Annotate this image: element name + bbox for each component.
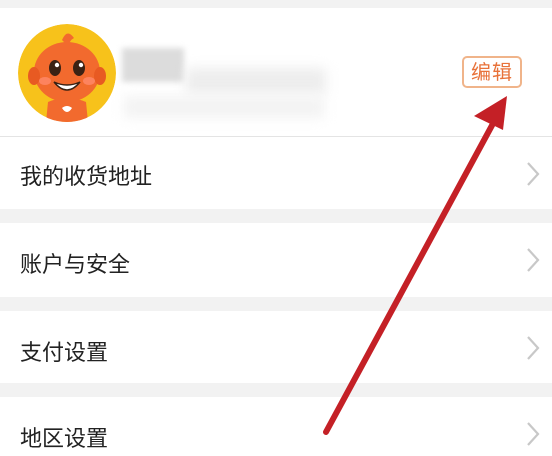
menu-item-label: 支付设置 bbox=[20, 341, 109, 366]
mascot-avatar-icon bbox=[18, 24, 116, 122]
section-gap bbox=[0, 209, 552, 223]
username-blurred-extra bbox=[186, 68, 326, 94]
menu-item-label: 账户与安全 bbox=[20, 253, 131, 278]
chevron-right-icon bbox=[527, 422, 540, 446]
username-blurred bbox=[122, 48, 184, 82]
menu-item-shipping-address[interactable]: 我的收货地址 bbox=[0, 137, 552, 209]
menu-item-payment-settings[interactable]: 支付设置 bbox=[0, 311, 552, 383]
chevron-right-icon bbox=[527, 336, 540, 360]
section-gap bbox=[0, 383, 552, 397]
menu-item-region-settings[interactable]: 地区设置 bbox=[0, 397, 552, 456]
chevron-right-icon bbox=[527, 162, 540, 186]
avatar[interactable] bbox=[18, 24, 116, 122]
subtitle-blurred bbox=[124, 96, 324, 118]
menu-item-label: 地区设置 bbox=[20, 427, 109, 452]
menu-item-account-security[interactable]: 账户与安全 bbox=[0, 223, 552, 297]
edit-button[interactable]: 编辑 bbox=[462, 56, 522, 88]
menu-item-label: 我的收货地址 bbox=[20, 165, 153, 190]
profile-header[interactable]: 编辑 bbox=[0, 8, 552, 136]
chevron-right-icon bbox=[527, 248, 540, 272]
top-spacer bbox=[0, 0, 552, 8]
section-gap bbox=[0, 297, 552, 311]
